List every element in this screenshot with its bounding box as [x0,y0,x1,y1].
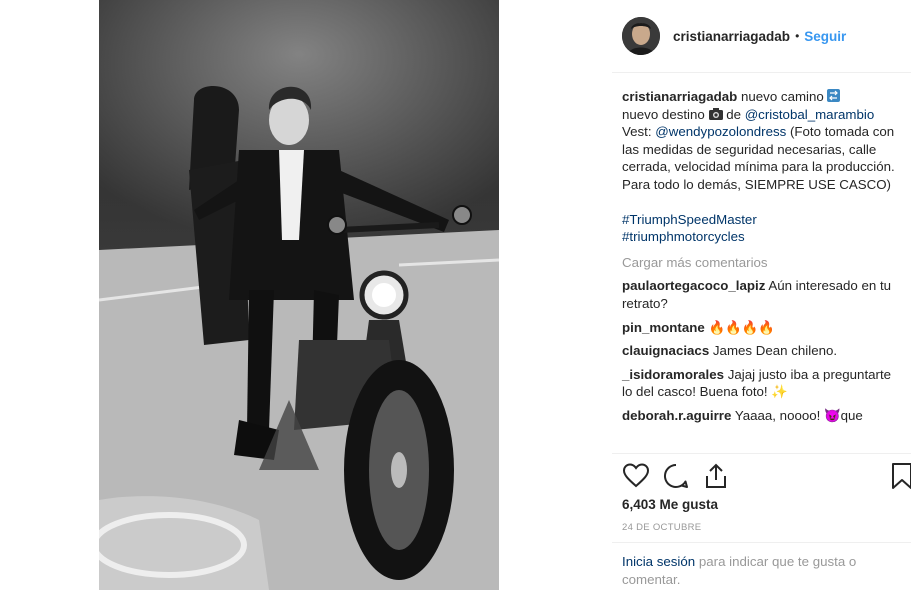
mention-link[interactable]: @wendypozolondress [655,124,786,139]
actions-divider [612,453,911,454]
arrows-box-icon [827,89,841,102]
caption-line2: nuevo destino [622,106,709,122]
caption-line1: nuevo camino [737,89,828,104]
photo-illustration [99,0,499,590]
comment: pin_montane 🔥🔥🔥🔥 [622,319,902,337]
comment-username[interactable]: deborah.r.aguirre [622,408,731,423]
hashtags: #TriumphSpeedMaster #triumphmotorcycles [622,211,902,246]
hashtag-link[interactable]: #TriumphSpeedMaster [622,211,902,229]
comment: _isidoramorales Jajaj justo iba a pregun… [622,366,902,401]
follow-button[interactable]: Seguir [804,29,846,44]
avatar-image-icon [622,17,660,55]
comments-section: cristianarriagadab nuevo camino nuevo de… [622,88,902,431]
post-date: 24 DE OCTUBRE [622,522,702,533]
separator-dot: • [795,29,800,43]
share-icon[interactable] [702,462,730,490]
action-bar [622,460,911,492]
comment-icon[interactable] [662,462,690,490]
post-header: cristianarriagadab • Seguir [622,16,846,56]
header-divider [612,72,911,73]
camera-icon [708,107,723,120]
likes-count[interactable]: 6,403 Me gusta [622,497,718,512]
post-side-panel: cristianarriagadab • Seguir cristianarri… [612,0,911,590]
avatar[interactable] [622,17,660,55]
comment-username[interactable]: clauignaciacs [622,343,709,358]
post-username[interactable]: cristianarriagadab [673,29,790,44]
caption-vest-label: Vest: [622,124,656,140]
mention-link[interactable]: @cristobal_marambio [745,107,875,122]
comment-username[interactable]: paulaortegacoco_lapiz [622,278,765,293]
comment: clauignaciacs James Dean chileno. [622,342,902,360]
login-link[interactable]: Inicia sesión [622,554,695,569]
caption: cristianarriagadab nuevo camino nuevo de… [622,88,902,246]
bookmark-icon[interactable] [888,462,911,490]
comment: deborah.r.aguirre Yaaaa, noooo! 😈que [622,407,902,425]
comment: paulaortegacoco_lapiz Aún interesado en … [622,277,902,312]
comment-username[interactable]: pin_montane [622,320,705,335]
hashtag-link[interactable]: #triumphmotorcycles [622,228,902,246]
post-photo[interactable] [99,0,499,590]
caption-line2b: de [722,106,745,122]
heart-icon[interactable] [622,462,650,490]
comment-text: James Dean chileno. [709,343,838,359]
comment-username[interactable]: _isidoramorales [622,367,724,382]
load-more-comments-button[interactable]: Cargar más comentarios [622,254,902,272]
comment-text: Yaaaa, noooo! 😈que [731,407,863,423]
footer-divider [612,542,911,543]
login-prompt: Inicia sesión para indicar que te gusta … [622,553,882,588]
comment-text: 🔥🔥🔥🔥 [704,319,775,335]
caption-username[interactable]: cristianarriagadab [622,89,737,104]
